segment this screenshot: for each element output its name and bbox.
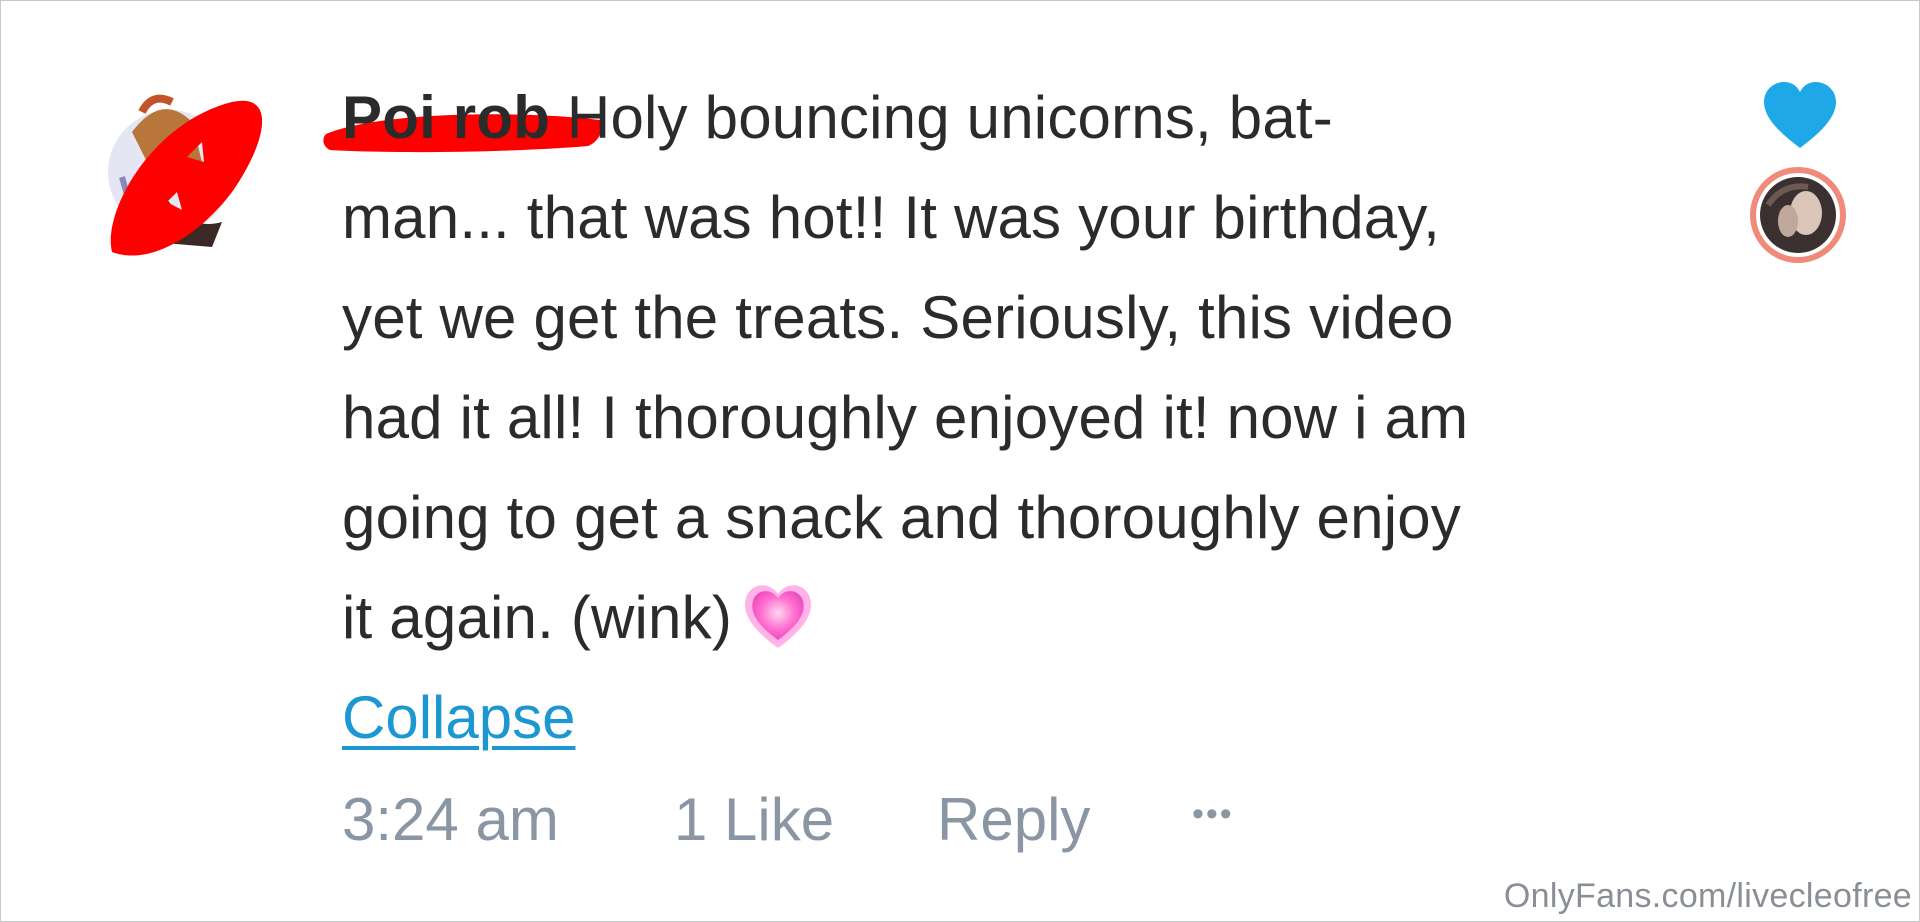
commenter-avatar[interactable] bbox=[92, 82, 262, 257]
comment-text: Poi rob Holy bouncing unicorns, bat- man… bbox=[342, 68, 1702, 668]
comment-line-5: going to get a snack and thoroughly enjo… bbox=[342, 484, 1461, 551]
comment-line-2: man... that was hot!! It was your birthd… bbox=[342, 184, 1440, 251]
author-name[interactable]: Poi rob bbox=[342, 84, 550, 151]
heart-icon[interactable] bbox=[1762, 82, 1838, 152]
reply-button[interactable]: Reply bbox=[937, 785, 1090, 854]
collapse-link[interactable]: Collapse bbox=[342, 683, 575, 752]
comment-line-3: yet we get the treats. Seriously, this v… bbox=[342, 284, 1454, 351]
creator-avatar[interactable] bbox=[1748, 165, 1848, 265]
comment-timestamp: 3:24 am bbox=[342, 786, 559, 853]
comment-line-4: had it all! I thoroughly enjoyed it! now… bbox=[342, 384, 1469, 451]
comment: Poi rob Holy bouncing unicorns, bat- man… bbox=[0, 0, 1920, 922]
comment-line-1: Poi rob Holy bouncing unicorns, bat- bbox=[342, 84, 1333, 151]
watermark: OnlyFans.com/livecleofree bbox=[1503, 877, 1912, 915]
growing-heart-emoji bbox=[745, 585, 811, 649]
like-count[interactable]: 1 Like bbox=[674, 785, 834, 854]
comment-line-6: it again. (wink) bbox=[342, 568, 1702, 668]
more-options-icon[interactable]: ••• bbox=[1192, 795, 1234, 834]
